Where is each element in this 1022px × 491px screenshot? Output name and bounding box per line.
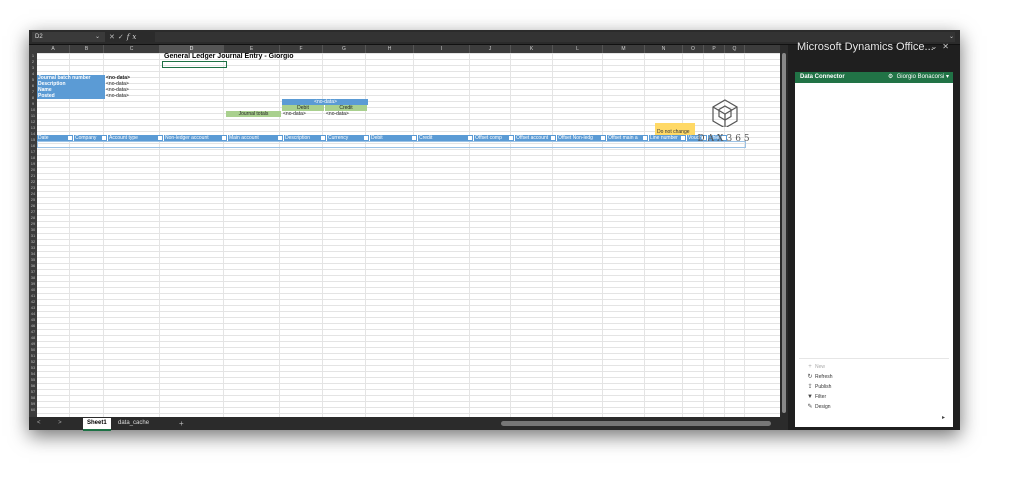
- chevron-down-icon[interactable]: ⌄: [931, 42, 943, 51]
- refresh-icon: ↻: [807, 374, 813, 380]
- gear-icon[interactable]: ⚙: [888, 74, 893, 80]
- journal-totals-label: Journal totals: [226, 111, 281, 117]
- column-header[interactable]: F: [280, 45, 323, 53]
- row-header[interactable]: 60: [29, 407, 37, 413]
- label-posted: Posted: [37, 93, 105, 99]
- publish-button[interactable]: ⇪ Publish: [805, 382, 833, 392]
- filter-dropdown-icon[interactable]: [222, 136, 226, 140]
- column-header[interactable]: A: [37, 45, 70, 53]
- tab-sheet1[interactable]: Sheet1: [83, 418, 111, 431]
- totals-credit-value[interactable]: <no-data>: [325, 111, 349, 117]
- column-headers: ABCDEFGHIJKLMNOPQ: [29, 45, 780, 53]
- plus-icon: +: [808, 364, 812, 370]
- formula-buttons: ✕✓fx: [109, 31, 153, 43]
- dax365-logo: DAX365: [685, 97, 765, 144]
- chevron-down-icon[interactable]: ⌄: [95, 32, 100, 42]
- add-sheet-button[interactable]: +: [179, 418, 184, 429]
- horizontal-scrollbar[interactable]: [489, 421, 779, 426]
- column-header[interactable]: B: [70, 45, 104, 53]
- vertical-scrollbar[interactable]: [780, 45, 788, 430]
- filter-dropdown-icon[interactable]: [551, 136, 555, 140]
- pane-controls[interactable]: ⌄✕: [931, 41, 954, 53]
- sheet-title[interactable]: General Ledger Journal Entry - Giorgio: [164, 53, 294, 61]
- logo-text: DAX365: [697, 134, 753, 144]
- publish-icon: ⇪: [807, 384, 813, 390]
- column-gridline: [682, 53, 683, 417]
- table-first-row[interactable]: [37, 141, 746, 148]
- filter-dropdown-icon[interactable]: [468, 136, 472, 140]
- filter-dropdown-icon[interactable]: [509, 136, 513, 140]
- pane-title: Microsoft Dynamics Office...: [797, 41, 934, 53]
- divider: [799, 358, 949, 359]
- gridlines: [37, 53, 780, 417]
- column-header[interactable]: M: [603, 45, 645, 53]
- user-name[interactable]: Giorgio Bonacorsi: [897, 74, 945, 80]
- cancel-icon[interactable]: ✕: [109, 34, 118, 41]
- new-button[interactable]: + New: [805, 362, 833, 372]
- column-gridline: [103, 53, 104, 417]
- selected-cell[interactable]: [162, 61, 227, 68]
- column-gridline: [552, 53, 553, 417]
- column-gridline: [279, 53, 280, 417]
- tab-data-cache[interactable]: data_cache: [114, 418, 153, 429]
- close-icon[interactable]: ✕: [942, 42, 954, 51]
- sheet-nav-arrows[interactable]: < >: [37, 419, 70, 428]
- confirm-icon[interactable]: ✓: [118, 34, 127, 41]
- filter-button[interactable]: ▼ Filter: [805, 392, 833, 402]
- row-headers: 1 2 3 4 5 6 7 8 9 10 11 12 13 14 15 16 17 18 19 20 21 22 23 24 2…: [29, 53, 37, 417]
- data-connector-title: Data Connector: [800, 74, 845, 80]
- data-connector-header: Data Connector ⚙ Giorgio Bonacorsi ▾: [795, 72, 953, 83]
- column-header[interactable]: P: [704, 45, 725, 53]
- pane-body: Data Connector ⚙ Giorgio Bonacorsi ▾ + Ne…: [795, 72, 953, 427]
- worksheet-grid[interactable]: ABCDEFGHIJKLMNOPQ 1 2 3 4 5 6 7 8 9 10 11 12 13 14 15 1…: [29, 45, 780, 417]
- column-header[interactable]: Q: [725, 45, 745, 53]
- column-header[interactable]: O: [683, 45, 704, 53]
- sheet-tabs-bar: < > Sheet1 data_cache +: [29, 417, 780, 431]
- column-header[interactable]: J: [470, 45, 511, 53]
- filter-dropdown-icon[interactable]: [643, 136, 647, 140]
- column-gridline: [644, 53, 645, 417]
- column-gridline: [159, 53, 160, 417]
- cube-logo-icon: [712, 99, 738, 129]
- column-gridline: [223, 53, 224, 417]
- column-header[interactable]: G: [323, 45, 366, 53]
- vertical-scroll-thumb[interactable]: [782, 53, 786, 413]
- column-header[interactable]: I: [414, 45, 470, 53]
- horizontal-scroll-thumb[interactable]: [501, 421, 771, 426]
- filter-dropdown-icon[interactable]: [278, 136, 282, 140]
- column-gridline: [510, 53, 511, 417]
- filter-dropdown-icon[interactable]: [68, 136, 72, 140]
- column-header[interactable]: K: [511, 45, 553, 53]
- column-header[interactable]: H: [366, 45, 414, 53]
- design-icon: ✎: [807, 404, 813, 410]
- column-header[interactable]: D: [160, 45, 224, 53]
- column-header[interactable]: N: [645, 45, 683, 53]
- column-gridline: [602, 53, 603, 417]
- column-gridline: [69, 53, 70, 417]
- filter-dropdown-icon[interactable]: [102, 136, 106, 140]
- pane-expand-arrow-icon[interactable]: ▸: [942, 414, 945, 421]
- totals-debit-value[interactable]: <no-data>: [282, 111, 306, 117]
- filter-icon: ▼: [807, 394, 813, 400]
- filter-dropdown-icon[interactable]: [364, 136, 368, 140]
- connector-actions: + New ↻ Refresh ⇪ Publish ▼ Filter ✎ Design: [805, 362, 833, 412]
- refresh-button[interactable]: ↻ Refresh: [805, 372, 832, 382]
- column-header[interactable]: C: [104, 45, 160, 53]
- column-header[interactable]: E: [224, 45, 280, 53]
- column-gridline: [469, 53, 470, 417]
- column-gridline: [413, 53, 414, 417]
- filter-dropdown-icon[interactable]: [601, 136, 605, 140]
- column-header[interactable]: L: [553, 45, 603, 53]
- filter-dropdown-icon[interactable]: [158, 136, 162, 140]
- dynamics-task-pane: Microsoft Dynamics Office... ⌄✕ Data Con…: [791, 41, 960, 430]
- value-posted[interactable]: <no-data>: [105, 93, 129, 99]
- function-icon[interactable]: fx: [127, 33, 140, 41]
- filter-dropdown-icon[interactable]: [321, 136, 325, 140]
- design-button[interactable]: ✎ Design: [805, 402, 833, 412]
- excel-window: D2 ⌄ ✕✓fx ⌄ ABCDEFGHIJKLMNOPQ 1234567891…: [29, 30, 960, 431]
- filter-dropdown-icon[interactable]: [412, 136, 416, 140]
- user-menu[interactable]: ⚙ Giorgio Bonacorsi ▾: [888, 72, 949, 83]
